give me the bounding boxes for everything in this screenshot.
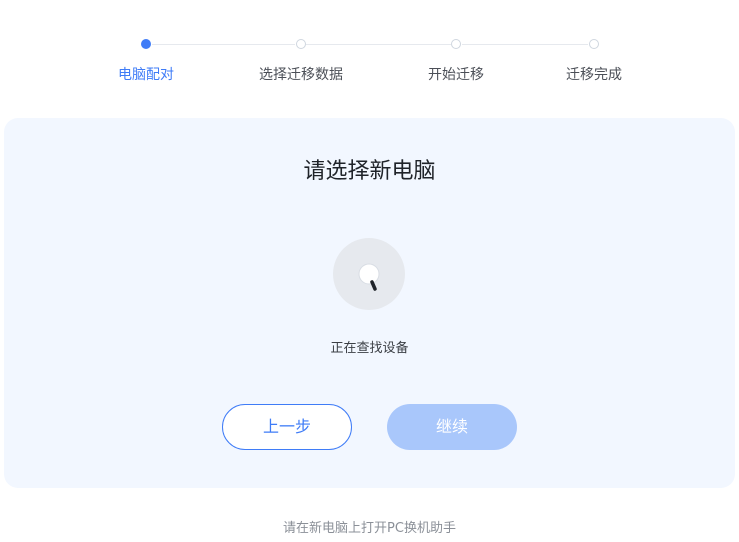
search-status-text: 正在查找设备: [330, 341, 409, 356]
step-connector-1: [152, 44, 295, 45]
step-label-pairing: 电脑配对: [118, 67, 174, 83]
continue-button[interactable]: 继续: [387, 404, 517, 450]
step-label-complete: 迁移完成: [566, 67, 622, 83]
device-search-card: 请选择新电脑 正在查找设备 上一步 继续: [4, 118, 735, 488]
step-dot-pairing: [141, 39, 151, 49]
migration-page: 电脑配对 选择迁移数据 开始迁移 迁移完成 请选择新电脑 正在查找设备 上一步 …: [0, 0, 739, 542]
footer-hint: 请在新电脑上打开PC换机助手: [283, 521, 456, 536]
step-dot-select-data: [296, 39, 306, 49]
step-dot-complete: [589, 39, 599, 49]
card-title: 请选择新电脑: [303, 159, 436, 184]
spinner-graphic: [358, 263, 380, 291]
progress-stepper: 电脑配对 选择迁移数据 开始迁移 迁移完成: [0, 0, 739, 100]
step-label-start-migration: 开始迁移: [428, 67, 484, 83]
step-connector-2: [306, 44, 451, 45]
step-dot-start-migration: [451, 39, 461, 49]
step-connector-3: [462, 44, 588, 45]
previous-button[interactable]: 上一步: [222, 404, 352, 450]
loading-spinner-icon: [333, 238, 405, 310]
step-label-select-data: 选择迁移数据: [259, 67, 343, 83]
